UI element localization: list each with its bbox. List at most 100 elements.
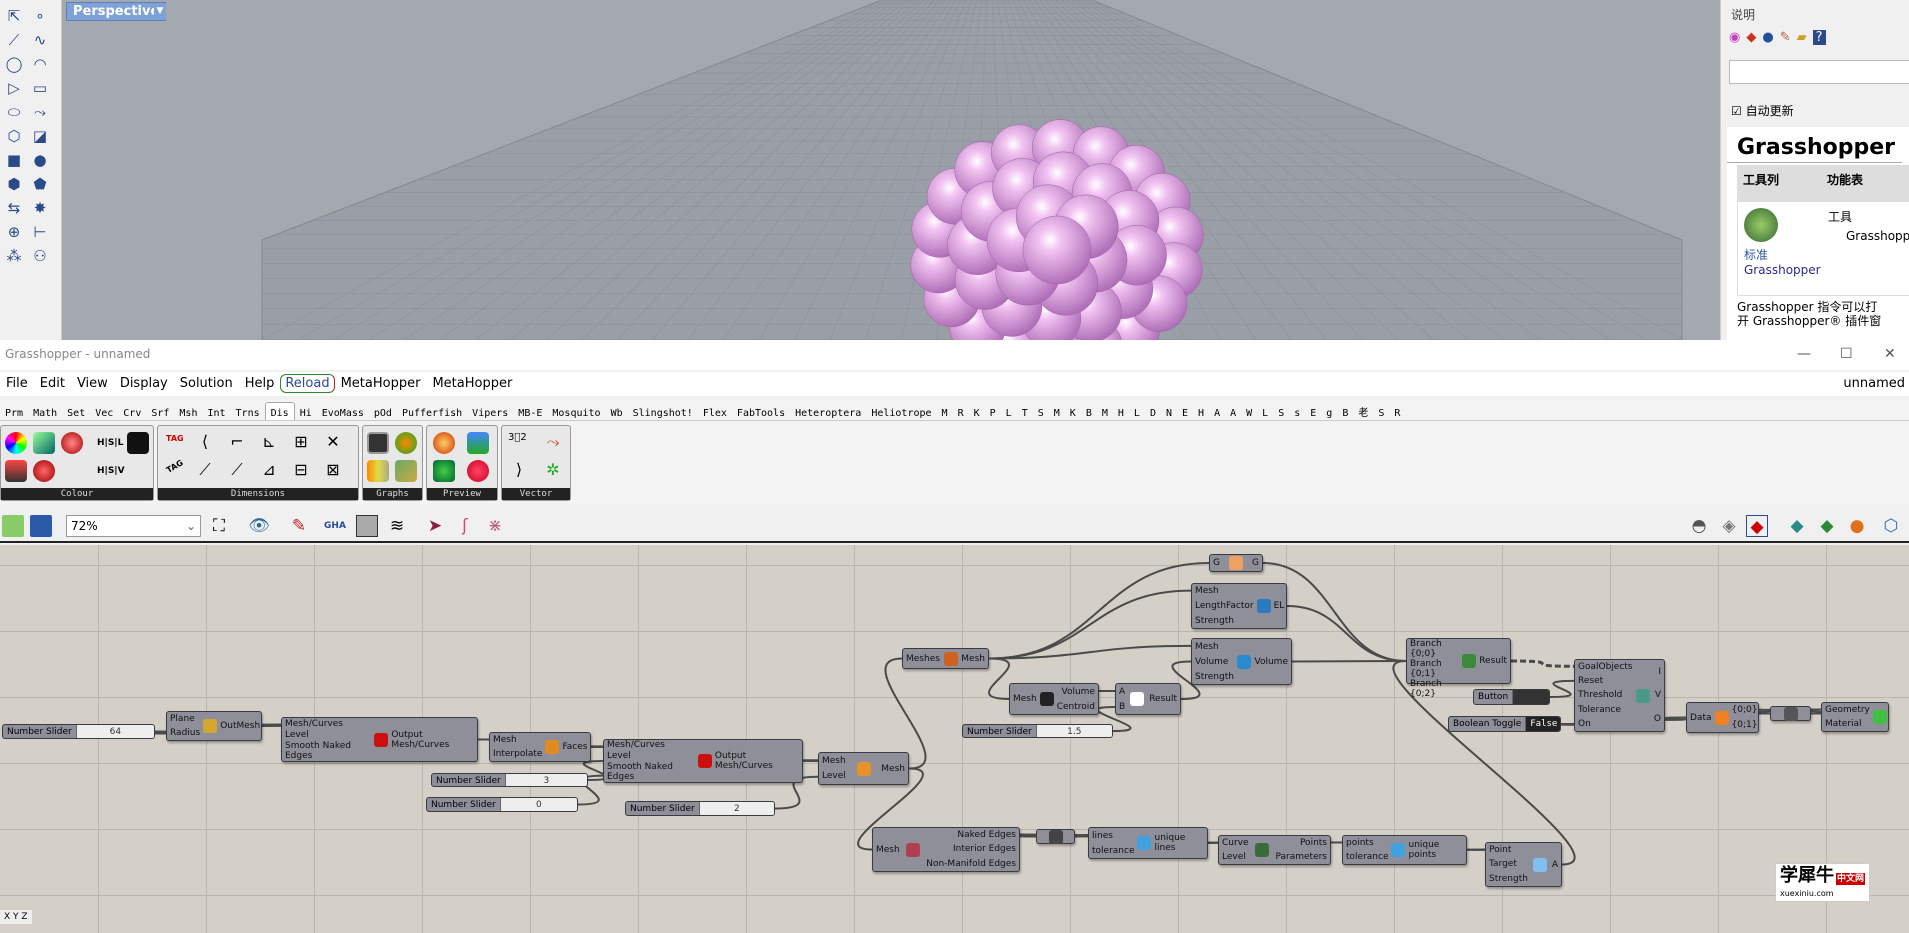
- viewport-title[interactable]: Perspective: [66, 2, 167, 21]
- dimension-tool-icon[interactable]: ⌐: [226, 432, 248, 454]
- menu-file[interactable]: File: [0, 372, 34, 395]
- wire[interactable]: [1664, 716, 1687, 721]
- tab-msh[interactable]: Msh: [174, 403, 202, 420]
- cloud-display-icon[interactable]: [467, 460, 489, 482]
- toolbar-link-grasshopper[interactable]: Grasshopper: [1744, 263, 1821, 277]
- shaded-icon[interactable]: ◓: [1688, 515, 1710, 537]
- material-icon[interactable]: ◆: [1746, 30, 1756, 45]
- component-node[interactable]: lines tolerance unique lines: [1088, 827, 1208, 859]
- rectangle-icon[interactable]: ▭: [30, 78, 50, 98]
- dimension-tool-icon[interactable]: ⊠: [322, 460, 344, 482]
- tab-b[interactable]: B: [1081, 403, 1097, 420]
- toggle-value[interactable]: [1512, 690, 1549, 704]
- tab-老[interactable]: 老: [1353, 399, 1373, 420]
- menu-edit[interactable]: Edit: [34, 372, 71, 395]
- component-node[interactable]: Mesh Volume Centroid: [1009, 683, 1099, 715]
- perspective-viewport[interactable]: Perspective ▼: [62, 0, 1720, 340]
- minimize-icon[interactable]: —: [1797, 346, 1811, 362]
- tab-int[interactable]: Int: [202, 403, 230, 420]
- tag-rotated-icon[interactable]: TAG: [165, 458, 185, 475]
- preview-eye-icon[interactable]: 👁: [248, 515, 270, 537]
- slider-value[interactable]: 2: [698, 802, 774, 815]
- tab-mb-e[interactable]: MB-E: [513, 403, 547, 420]
- tab-pufferfish[interactable]: Pufferfish: [397, 403, 467, 420]
- component-node[interactable]: Mesh Volume Strength Volume: [1191, 638, 1292, 685]
- tab-e[interactable]: E: [1305, 403, 1321, 420]
- tab-flex[interactable]: Flex: [698, 403, 732, 420]
- component-node[interactable]: Geometry Material: [1821, 702, 1889, 732]
- tab-k[interactable]: K: [969, 403, 985, 420]
- bar-graph-icon[interactable]: [367, 460, 389, 482]
- help-icon[interactable]: ?: [1812, 30, 1826, 45]
- tab-h[interactable]: H: [1113, 403, 1129, 420]
- colour-wheel-icon[interactable]: [5, 432, 27, 454]
- slider-value[interactable]: 1.5: [1035, 725, 1112, 737]
- tab-crv[interactable]: Crv: [118, 403, 146, 420]
- menu-metahopper-1[interactable]: MetaHopper: [335, 372, 427, 395]
- tab-r[interactable]: R: [1389, 403, 1405, 420]
- tab-e[interactable]: E: [1177, 403, 1193, 420]
- zoom-dropdown[interactable]: 72% ⌄: [66, 515, 201, 537]
- number-slider[interactable]: Number Slider 64: [2, 724, 155, 739]
- menu-metahopper-2[interactable]: MetaHopper: [426, 372, 518, 395]
- dimension-tool-icon[interactable]: ⊿: [258, 460, 280, 482]
- tab-evomass[interactable]: EvoMass: [317, 403, 369, 420]
- tab-b[interactable]: B: [1337, 403, 1353, 420]
- select-icon[interactable]: ➤: [424, 515, 446, 537]
- zoom-extents-icon[interactable]: ⛶: [208, 515, 230, 537]
- tab-m[interactable]: M: [1049, 403, 1065, 420]
- tab-wb[interactable]: Wb: [606, 403, 628, 420]
- component-node[interactable]: Curve Level Points Parameters: [1218, 835, 1331, 865]
- toggle-value[interactable]: False: [1525, 717, 1560, 731]
- dimension-tool-icon[interactable]: ⊾: [258, 432, 280, 454]
- tab-g[interactable]: g: [1321, 403, 1337, 420]
- sphere-icon[interactable]: ●: [30, 150, 50, 170]
- transform-icon[interactable]: ⇆: [4, 198, 24, 218]
- number-slider[interactable]: Number Slider 0: [426, 797, 578, 812]
- wire-display-icon[interactable]: ≋: [386, 515, 408, 537]
- tab-m[interactable]: M: [937, 403, 953, 420]
- toolbar-link-standard[interactable]: 标准: [1744, 246, 1816, 263]
- custom-preview-icon[interactable]: [433, 432, 455, 454]
- tab-mosquito[interactable]: Mosquito: [547, 403, 605, 420]
- component-node[interactable]: GG: [1209, 554, 1263, 572]
- light-icon[interactable]: ✎: [1780, 30, 1791, 45]
- tab-s[interactable]: S: [1373, 403, 1389, 420]
- component-node[interactable]: A B Result: [1115, 683, 1181, 715]
- point-icon[interactable]: ∘: [30, 6, 50, 26]
- component-node[interactable]: Mesh/Curves Level Smooth Naked Edges Output…: [603, 739, 803, 783]
- point-order-icon[interactable]: ⟩: [508, 460, 530, 482]
- wire[interactable]: [1549, 679, 1575, 698]
- component-node[interactable]: Mesh Naked Edges Interior Edges Non-Manifol…: [872, 827, 1020, 872]
- wire[interactable]: [260, 723, 283, 727]
- tab-k[interactable]: K: [1065, 403, 1081, 420]
- tab-l[interactable]: L: [1129, 403, 1145, 420]
- boolean-toggle[interactable]: Boolean Toggle False: [1448, 716, 1561, 732]
- dimension-tool-icon[interactable]: ⊟: [290, 460, 312, 482]
- tag-icon[interactable]: TAG: [166, 434, 184, 443]
- hsl-label[interactable]: H|S|L: [97, 438, 123, 448]
- tab-p[interactable]: P: [985, 403, 1001, 420]
- circle-icon[interactable]: ◯: [4, 54, 24, 74]
- vector-display-icon[interactable]: ⤳: [542, 432, 564, 454]
- wire[interactable]: [988, 589, 1192, 660]
- close-icon[interactable]: ✕: [1884, 346, 1896, 362]
- wire[interactable]: [1464, 848, 1488, 851]
- sphere-preview-icon[interactable]: ⬡: [1880, 515, 1902, 537]
- polyline-icon[interactable]: ⟋: [4, 30, 24, 50]
- component-node[interactable]: Meshes Mesh: [902, 648, 989, 669]
- tab-dis[interactable]: Dis: [264, 402, 295, 420]
- wire[interactable]: [1286, 605, 1407, 662]
- slider-value[interactable]: 0: [499, 798, 577, 811]
- menu-help[interactable]: Help: [239, 372, 281, 395]
- group-icon[interactable]: ⁂: [4, 246, 24, 266]
- tab-l[interactable]: L: [1001, 403, 1017, 420]
- tab-math[interactable]: Math: [28, 403, 62, 420]
- tab-set[interactable]: Set: [62, 403, 90, 420]
- menu-solution[interactable]: Solution: [174, 372, 239, 395]
- gha-icon[interactable]: GHA: [324, 515, 346, 537]
- graph-icon[interactable]: [367, 432, 389, 454]
- tab-fabtools[interactable]: FabTools: [732, 403, 790, 420]
- number-slider[interactable]: Number Slider 1.5: [962, 724, 1113, 738]
- tab-heteroptera[interactable]: Heteroptera: [790, 403, 866, 420]
